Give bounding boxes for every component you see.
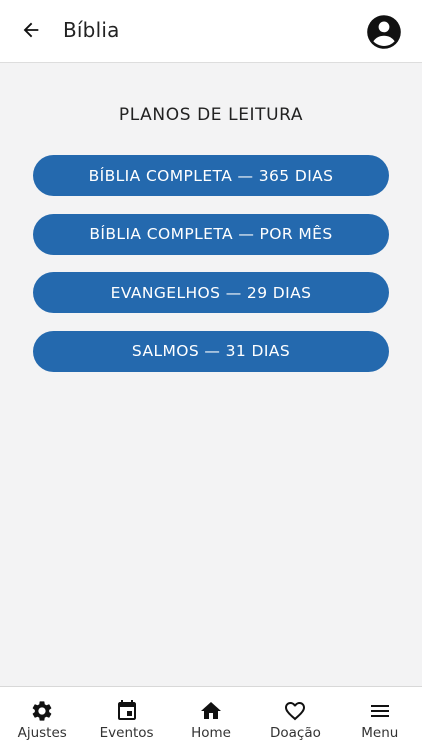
nav-label: Menu [361,725,399,741]
reading-plans-list: BÍBLIA COMPLETA — 365 DIAS BÍBLIA COMPLE… [33,155,389,389]
plan-button-evangelhos[interactable]: EVANGELHOS — 29 DIAS [33,272,389,313]
hamburger-menu-icon [367,698,393,724]
account-circle-icon [366,15,402,54]
section-title: PLANOS DE LEITURA [118,105,304,125]
back-button[interactable] [12,13,50,51]
nav-item-doacao[interactable]: Doação [253,687,337,750]
nav-item-menu[interactable]: Menu [338,687,422,750]
plan-button-salmos[interactable]: SALMOS — 31 DIAS [33,330,389,372]
nav-item-eventos[interactable]: Eventos [84,687,168,750]
nav-label: Home [191,725,231,741]
heart-icon [282,698,308,724]
app-bar: Bíblia [0,0,422,63]
nav-item-home[interactable]: Home [169,687,253,750]
page-title: Bíblia [63,18,120,42]
plan-button-biblia-por-mes[interactable]: BÍBLIA COMPLETA — POR MÊS [33,213,389,255]
nav-label: Doação [269,725,321,741]
plan-button-biblia-365[interactable]: BÍBLIA COMPLETA — 365 DIAS [33,155,389,196]
nav-label: Ajustes [17,725,67,741]
home-icon [198,698,224,724]
bottom-navigation: Ajustes Eventos Home Doação Menu [0,686,422,750]
calendar-icon [114,698,140,724]
arrow-left-icon [20,19,42,45]
gear-icon [29,698,55,724]
nav-label: Eventos [99,725,154,741]
profile-button[interactable] [366,14,402,50]
nav-item-ajustes[interactable]: Ajustes [0,687,84,750]
